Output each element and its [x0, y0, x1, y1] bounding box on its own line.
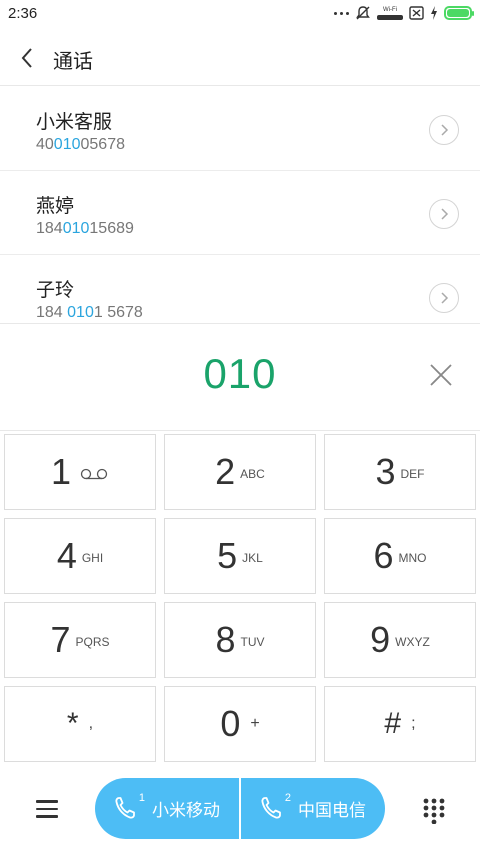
contact-details-chevron-icon[interactable]	[429, 115, 459, 145]
key-9[interactable]: 9 WXYZ	[324, 602, 476, 678]
contact-number: 18401015689	[36, 220, 134, 237]
key-5[interactable]: 5 JKL	[164, 518, 316, 594]
key-letters: ;	[411, 715, 416, 732]
contact-list: 小米客服 4001005678 燕婷 18401015689 子玲 184 01…	[0, 87, 480, 323]
key-6[interactable]: 6 MNO	[324, 518, 476, 594]
carrier-label: 中国电信	[298, 801, 366, 820]
notification-off-icon	[356, 6, 370, 20]
close-icon[interactable]	[428, 362, 454, 388]
no-sim-icon	[409, 6, 424, 20]
key-digit: 3	[375, 451, 396, 492]
bottom-bar: 1 小米移动 2 中国电信	[0, 770, 480, 853]
key-letters: PQRS	[75, 635, 110, 649]
key-letters: ,	[88, 715, 94, 732]
key-8[interactable]: 8 TUV	[164, 602, 316, 678]
phone-icon: 2	[260, 792, 291, 822]
voicemail-icon	[80, 468, 108, 480]
key-digit: 7	[50, 619, 71, 660]
call-sim1-button[interactable]: 1 小米移动	[95, 778, 239, 839]
key-digit: 5	[217, 535, 238, 576]
phone-icon: 1	[114, 792, 145, 822]
contact-number: 184 0101 5678	[36, 304, 143, 321]
key-letters: TUV	[240, 635, 265, 649]
key-letters: WXYZ	[395, 635, 430, 649]
key-1[interactable]: 1	[4, 434, 156, 510]
status-bar: 2:36 Wi-Fi	[0, 0, 480, 28]
key-digit: 6	[373, 535, 394, 576]
header: 通话	[0, 30, 480, 86]
sim-number: 1	[138, 791, 145, 804]
contact-item[interactable]: 小米客服 4001005678	[0, 87, 480, 171]
contact-name: 小米客服	[36, 112, 113, 133]
contact-details-chevron-icon[interactable]	[429, 283, 459, 313]
key-7[interactable]: 7 PQRS	[4, 602, 156, 678]
key-digit: 0	[220, 703, 241, 744]
charging-icon	[431, 6, 437, 20]
key-letters: JKL	[242, 551, 263, 565]
sim-number: 2	[284, 791, 291, 804]
contact-item[interactable]: 子玲 184 0101 5678	[0, 255, 480, 323]
contact-item[interactable]: 燕婷 18401015689	[0, 171, 480, 255]
key-digit: #	[384, 707, 402, 740]
status-icons: Wi-Fi	[334, 5, 474, 21]
more-dots-icon	[334, 11, 349, 15]
wifi-label: Wi-Fi	[383, 6, 397, 13]
contact-name: 燕婷	[36, 196, 75, 217]
key-letters: DEF	[400, 467, 425, 481]
back-arrow-icon[interactable]	[18, 46, 38, 70]
key-letters: ABC	[240, 467, 265, 481]
key-hash[interactable]: #;	[324, 686, 476, 762]
key-letters: +	[250, 715, 260, 732]
key-4[interactable]: 4 GHI	[4, 518, 156, 594]
key-3[interactable]: 3 DEF	[324, 434, 476, 510]
call-sim2-button[interactable]: 2 中国电信	[241, 778, 385, 839]
key-digit: 8	[215, 619, 236, 660]
key-letters: GHI	[81, 551, 104, 565]
page-title: 通话	[53, 51, 93, 73]
key-digit: *	[66, 707, 79, 740]
contact-name: 子玲	[36, 280, 75, 301]
wifi-icon: Wi-Fi	[377, 7, 403, 20]
key-letters: MNO	[398, 551, 427, 565]
key-digit: 1	[50, 451, 72, 492]
key-digit: 4	[56, 535, 77, 576]
contact-number: 4001005678	[36, 136, 125, 153]
status-time: 2:36	[8, 5, 38, 22]
carrier-label: 小米移动	[152, 801, 220, 820]
battery-icon	[444, 6, 474, 20]
key-0[interactable]: 0 +	[164, 686, 316, 762]
key-2[interactable]: 2 ABC	[164, 434, 316, 510]
key-digit: 9	[370, 619, 391, 660]
menu-icon[interactable]	[36, 800, 58, 820]
dial-input-area: 010	[0, 323, 480, 431]
contact-details-chevron-icon[interactable]	[429, 199, 459, 229]
key-star[interactable]: *,	[4, 686, 156, 762]
key-digit: 2	[215, 451, 236, 492]
call-buttons: 1 小米移动 2 中国电信	[95, 778, 385, 839]
dialpad-icon[interactable]	[423, 798, 445, 824]
dialed-number[interactable]: 010	[0, 350, 480, 398]
